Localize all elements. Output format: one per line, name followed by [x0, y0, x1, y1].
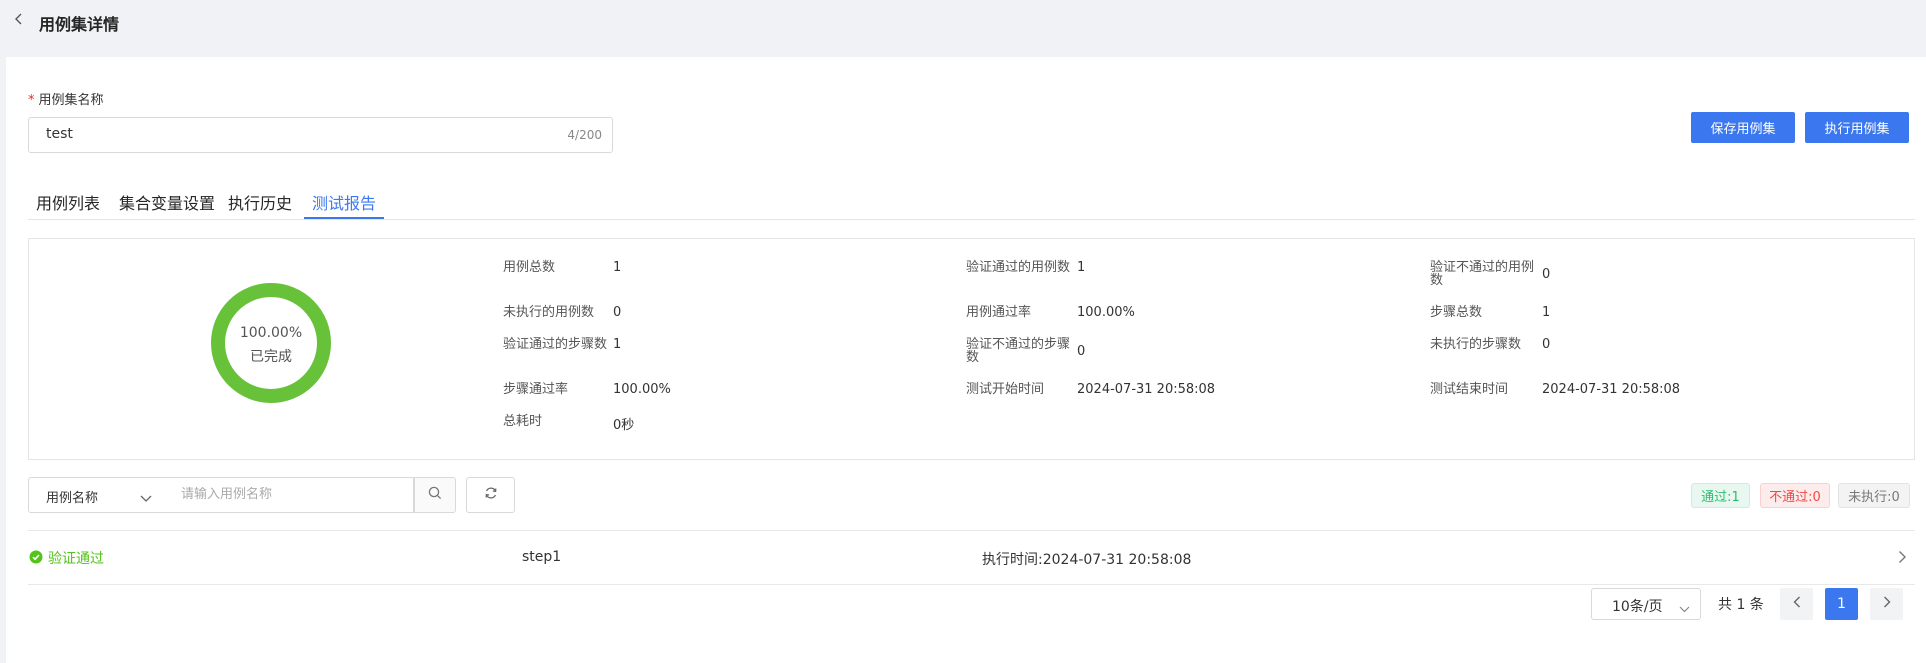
stat-label-passed-steps: 验证通过的步骤数 — [503, 337, 608, 352]
stat-value-failed-cases: 0 — [1542, 267, 1551, 282]
active-tab-indicator — [304, 217, 384, 219]
refresh-icon — [484, 486, 498, 504]
stat-label-failed-steps: 验证不通过的步骤数 — [966, 337, 1071, 365]
filter-field-select[interactable]: 用例名称 — [28, 477, 165, 513]
stat-value-unexecuted-cases: 0 — [613, 305, 622, 320]
search-icon — [428, 486, 442, 504]
page-title: 用例集详情 — [39, 15, 120, 34]
save-case-set-button[interactable]: 保存用例集 — [1691, 112, 1795, 143]
row-step-name: step1 — [522, 549, 562, 565]
name-label-text: 用例集名称 — [38, 93, 104, 108]
stat-label-end-time: 测试结束时间 — [1430, 382, 1509, 397]
name-input-value: test — [46, 126, 73, 142]
tab-case-list[interactable]: 用例列表 — [36, 190, 100, 214]
stat-value-passed-steps: 1 — [613, 337, 622, 352]
stat-value-failed-steps: 0 — [1077, 344, 1086, 359]
chevron-down-icon — [1679, 601, 1690, 617]
tab-test-report[interactable]: 测试报告 — [312, 190, 376, 214]
case-result-row[interactable]: 验证通过 step1 执行时间:2024-07-31 20:58:08 — [28, 530, 1915, 584]
total-count: 共 1 条 — [1718, 597, 1764, 613]
chevron-right-icon — [1883, 596, 1891, 612]
stat-label-start-time: 测试开始时间 — [966, 382, 1045, 397]
stat-value-case-pass-rate: 100.00% — [1077, 305, 1135, 320]
stat-value-end-time: 2024-07-31 20:58:08 — [1542, 382, 1681, 397]
page-number-button[interactable]: 1 — [1825, 588, 1858, 620]
stat-value-total-steps: 1 — [1542, 305, 1551, 320]
completion-percent: 100.00% — [239, 325, 303, 341]
stat-label-case-pass-rate: 用例通过率 — [966, 305, 1032, 320]
check-circle-icon — [29, 550, 43, 564]
stat-value-step-pass-rate: 100.00% — [613, 382, 671, 397]
stat-value-passed-cases: 1 — [1077, 260, 1086, 275]
stat-label-passed-cases: 验证通过的用例数 — [966, 260, 1071, 275]
filter-field-value: 用例名称 — [46, 491, 99, 506]
stat-value-total-cases: 1 — [613, 260, 622, 275]
page-size-select[interactable]: 10条/页 — [1591, 588, 1701, 620]
not-run-count-badge[interactable]: 未执行:0 — [1838, 483, 1910, 508]
back-arrow-icon[interactable] — [12, 12, 26, 26]
tab-execution-history[interactable]: 执行历史 — [228, 190, 292, 214]
row-status: 验证通过 — [48, 551, 104, 567]
test-report-panel: 100.00% 已完成 用例总数 1 验证通过的用例数 1 验证不通过的用例数 … — [28, 238, 1915, 460]
donut-progress-arc — [211, 283, 331, 403]
row-exec-time: 执行时间:2024-07-31 20:58:08 — [982, 552, 1192, 568]
stat-value-unexecuted-steps: 0 — [1542, 337, 1551, 352]
stat-label-failed-cases: 验证不通过的用例数 — [1430, 260, 1535, 288]
chevron-right-icon[interactable] — [1898, 550, 1907, 568]
stat-label-step-pass-rate: 步骤通过率 — [503, 382, 569, 397]
fail-count-badge[interactable]: 不通过:0 — [1760, 483, 1830, 508]
stat-label-unexecuted-cases: 未执行的用例数 — [503, 305, 595, 320]
prev-page-button[interactable] — [1780, 588, 1813, 620]
completion-status: 已完成 — [250, 349, 292, 365]
chevron-left-icon — [1793, 596, 1801, 612]
main-card: * 用例集名称 test 4/200 保存用例集 执行用例集 用例列表 集合变量设… — [6, 57, 1926, 663]
stat-value-start-time: 2024-07-31 20:58:08 — [1077, 382, 1216, 397]
pass-count-badge[interactable]: 通过:1 — [1691, 483, 1750, 508]
tab-bar: 用例列表 集合变量设置 执行历史 测试报告 — [28, 182, 1915, 220]
required-mark: * — [28, 93, 35, 108]
stat-label-total-cases: 用例总数 — [503, 260, 556, 275]
search-input[interactable] — [181, 487, 401, 502]
next-page-button[interactable] — [1870, 588, 1903, 620]
name-input[interactable]: test 4/200 — [28, 117, 613, 153]
stat-label-unexecuted-steps: 未执行的步骤数 — [1430, 337, 1522, 352]
run-case-set-button[interactable]: 执行用例集 — [1805, 112, 1909, 143]
list-bottom-divider — [28, 584, 1915, 585]
search-button[interactable] — [414, 477, 456, 513]
refresh-button[interactable] — [466, 477, 515, 513]
tab-variable-settings[interactable]: 集合变量设置 — [119, 190, 215, 214]
stat-value-total-duration: 0秒 — [613, 418, 635, 433]
completion-donut — [211, 283, 331, 403]
name-char-count: 4/200 — [567, 128, 602, 142]
page-size-value: 10条/页 — [1612, 599, 1663, 615]
page-header: 用例集详情 — [0, 0, 1926, 57]
case-name-search — [164, 477, 414, 513]
name-field-label: * 用例集名称 — [28, 89, 104, 108]
stat-label-total-steps: 步骤总数 — [1430, 305, 1483, 320]
stat-label-total-duration: 总耗时 — [503, 414, 543, 429]
chevron-down-icon — [140, 491, 152, 507]
